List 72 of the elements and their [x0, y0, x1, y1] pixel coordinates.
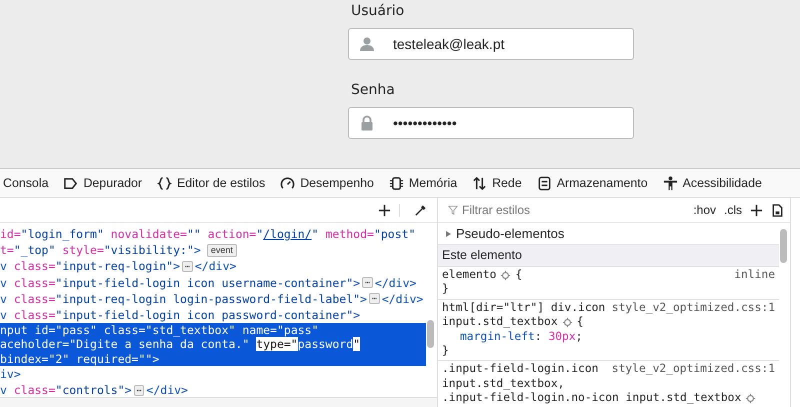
- event-badge[interactable]: event: [206, 244, 237, 257]
- filter-field[interactable]: Filtrar estilos: [462, 203, 612, 217]
- braces-icon: [157, 176, 172, 190]
- devtools-tab[interactable]: Rede: [472, 176, 522, 190]
- devtools-tab[interactable]: Depurador: [63, 176, 142, 190]
- code-line-row[interactable]: iv>: [0, 366, 426, 382]
- collapsed-badge[interactable]: ⋯: [134, 384, 144, 396]
- document-icon[interactable]: [771, 204, 784, 216]
- brace: }: [442, 282, 449, 297]
- code-line-row[interactable]: v class="input-req-login"> ⋯ </div>: [0, 258, 426, 275]
- code-line-row[interactable]: v class="input-field-login icon username-container"> ⋯ </div>: [0, 274, 426, 291]
- section-header: Este elemento: [438, 245, 779, 267]
- code-text: v class="input-field-login icon username-container">: [0, 274, 360, 291]
- person-icon: [662, 176, 678, 190]
- css-selector: input.std_textbox: [442, 315, 558, 330]
- storage-icon: [536, 176, 552, 190]
- code-line-row[interactable]: bindex="2" required="">: [0, 352, 426, 366]
- stylesheet-link[interactable]: style_v2_optimized.css:1: [612, 300, 775, 316]
- plus-icon[interactable]: [750, 204, 763, 216]
- code-text: bindex="2" required="">: [0, 352, 160, 366]
- brace: {: [576, 315, 584, 330]
- code-text: v class="input-req-login login-password-field-label">: [0, 290, 367, 307]
- collapsed-badge[interactable]: ⋯: [362, 277, 373, 288]
- toggle-button[interactable]: .cls: [724, 203, 742, 217]
- code-text: aceholder="Digite a senha da conta." type="password": [0, 337, 360, 352]
- devtools-tab[interactable]: Desempenho: [280, 176, 374, 190]
- chip-icon: [388, 176, 404, 190]
- code-text: nput id="pass" class="std_textbox" name="pass": [0, 323, 319, 338]
- brace: }: [442, 344, 449, 358]
- lock-icon: [359, 115, 375, 131]
- triangle-icon: [446, 230, 451, 236]
- field-label: Senha: [350, 82, 396, 98]
- code-line-row[interactable]: v class="input-field-login icon password-container">: [0, 306, 426, 324]
- devtools-tab[interactable]: Consola: [3, 176, 48, 190]
- css-selector: .input-field-login.no-icon input.std_textbox: [442, 391, 742, 406]
- code-text: t="_top" style="visibility:">: [0, 242, 201, 258]
- code-text: </div>: [382, 290, 424, 307]
- collapsed-badge[interactable]: ⋯: [182, 260, 193, 272]
- code-text: v class="controls">: [0, 382, 132, 397]
- code-line-row[interactable]: v class="controls"> ⋯ </div>: [0, 382, 426, 397]
- input-field[interactable]: testeleak@leak.pt: [348, 28, 634, 60]
- code-text: </div>: [194, 258, 236, 275]
- brace: {: [515, 268, 522, 282]
- code-line-row[interactable]: t="_top" style="visibility:"> event: [0, 242, 426, 258]
- devtools-tab[interactable]: Editor de estilos: [157, 176, 266, 190]
- code-line-row[interactable]: v class="input-req-login login-password-field-label"> ⋯ </div>: [0, 290, 426, 307]
- devtools-tab[interactable]: Armazenamento: [536, 176, 648, 190]
- css-declaration: margin-left: 30px;: [460, 330, 582, 344]
- code-text: </div>: [374, 274, 416, 291]
- code-text: v class="input-req-login">: [0, 258, 180, 275]
- collapsed-badge[interactable]: ⋯: [368, 293, 380, 304]
- code-text: iv>: [0, 366, 21, 382]
- filter-icon: [448, 205, 458, 215]
- code-text: </div>: [146, 382, 188, 397]
- person-icon: [359, 36, 375, 52]
- gauge-icon: [280, 176, 296, 190]
- stylesheet-link[interactable]: style_v2_optimized.css:1: [612, 362, 775, 377]
- css-selector: input.std_textbox,: [442, 376, 564, 392]
- devtools-tab[interactable]: Acessibilidade: [662, 176, 762, 190]
- tag-icon: [63, 176, 78, 190]
- stylesheet-link[interactable]: inline: [734, 268, 775, 282]
- toggle-button[interactable]: :hov: [693, 203, 716, 217]
- css-selector: html[dir="ltr"] div.icon: [442, 300, 606, 316]
- devtools-tab[interactable]: Memória: [388, 176, 458, 190]
- css-selector: elemento: [442, 268, 496, 282]
- up-down-arrows-icon: [472, 176, 488, 190]
- css-selector: .input-field-login.icon: [442, 362, 598, 377]
- field-label: Usuário: [350, 3, 406, 19]
- code-line-row[interactable]: nput id="pass" class="std_textbox" name="pass": [0, 323, 426, 338]
- input-field[interactable]: •••••••••••••: [348, 107, 634, 139]
- code-text: v class="input-field-login icon password-container">: [0, 306, 360, 324]
- code-line-row[interactable]: aceholder="Digite a senha da conta." type="password": [0, 337, 426, 352]
